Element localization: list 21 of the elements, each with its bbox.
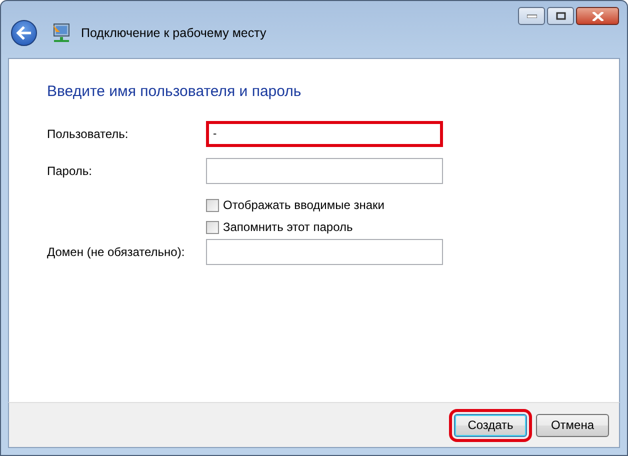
page-heading: Введите имя пользователя и пароль bbox=[47, 83, 302, 100]
input-field[interactable]: - bbox=[206, 120, 443, 146]
checkbox-square[interactable] bbox=[206, 220, 219, 234]
back-arrow-icon bbox=[16, 26, 32, 40]
checkbox[interactable]: Запомнить этот пароль bbox=[206, 220, 353, 234]
input-field[interactable] bbox=[206, 158, 443, 184]
checkbox-square[interactable] bbox=[206, 198, 219, 212]
minimize-button[interactable] bbox=[518, 7, 545, 25]
checkbox[interactable]: Отображать вводимые знаки bbox=[206, 198, 384, 212]
dialog-button[interactable]: Отмена bbox=[536, 414, 609, 436]
window-title: Подключение к рабочему месту bbox=[81, 26, 266, 40]
input-field[interactable] bbox=[206, 238, 443, 264]
field-label: Пользователь: bbox=[47, 126, 130, 140]
minimize-icon bbox=[526, 14, 536, 18]
close-icon bbox=[592, 12, 604, 20]
close-button[interactable] bbox=[576, 7, 619, 25]
maximize-icon bbox=[556, 12, 566, 20]
back-button[interactable] bbox=[11, 20, 37, 46]
field-label: Пароль: bbox=[47, 164, 93, 178]
maximize-button[interactable] bbox=[547, 7, 574, 25]
field-label: Домен (не обязательно): bbox=[47, 244, 186, 258]
